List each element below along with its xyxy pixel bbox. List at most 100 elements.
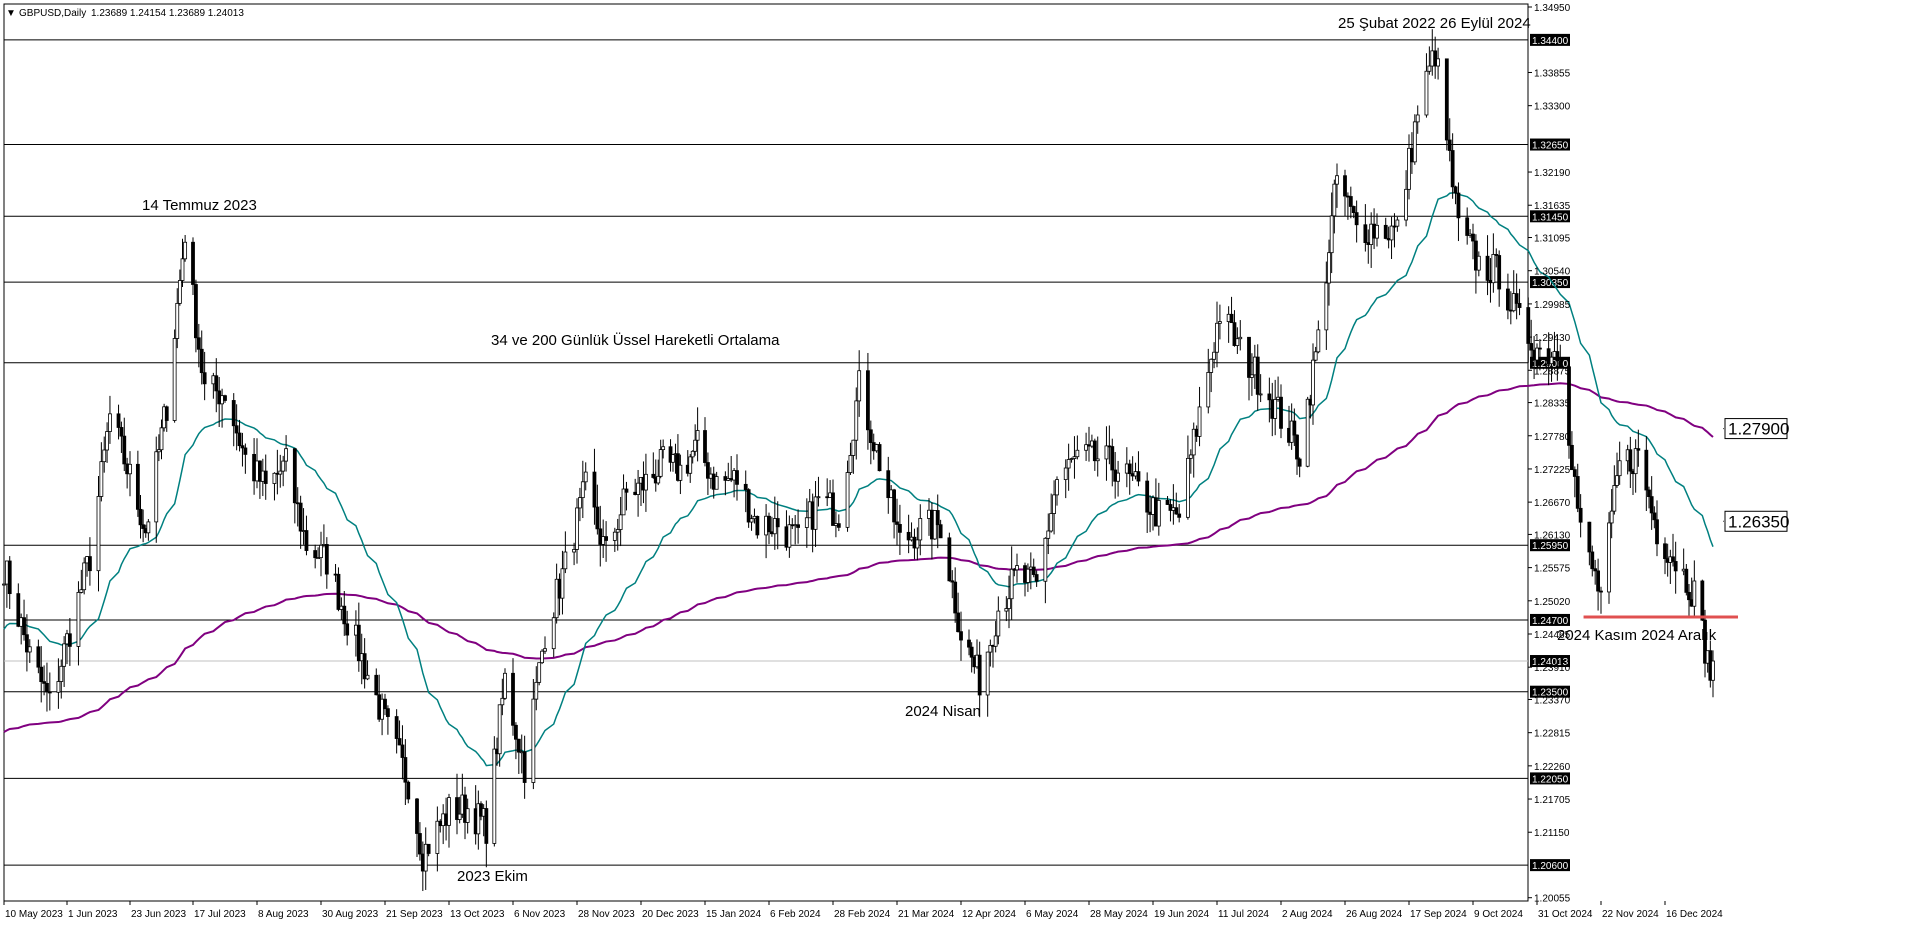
candle-body — [1354, 212, 1359, 226]
candle-body — [695, 430, 700, 441]
candle-body — [1092, 440, 1097, 462]
candle-body — [135, 463, 140, 510]
candle-body — [969, 646, 974, 658]
candle-body — [484, 808, 489, 844]
candle-body — [1453, 186, 1458, 194]
x-tick-label: 26 Aug 2024 — [1346, 909, 1403, 920]
candle-body — [1590, 551, 1595, 570]
x-tick-label: 6 May 2024 — [1026, 909, 1079, 920]
candle-body — [1279, 396, 1283, 429]
candle-body — [658, 449, 663, 477]
candle-body — [383, 698, 387, 710]
candle-body — [615, 529, 620, 533]
chart[interactable]: 1.34400 1.32650 1.31450 1.30350 1.29000 1.259… — [0, 0, 1920, 927]
candle-body — [1587, 521, 1592, 553]
candle-body — [612, 531, 617, 541]
candle-body — [1311, 359, 1315, 406]
candle-body — [813, 496, 818, 530]
candle-body — [1043, 537, 1048, 582]
candle-body — [159, 427, 164, 451]
candle-body — [1711, 660, 1715, 681]
candle-body — [1104, 445, 1109, 460]
candle-body — [693, 439, 698, 452]
candle-body — [1238, 336, 1243, 340]
candle-body — [1607, 522, 1611, 593]
candle-body — [624, 488, 629, 493]
candle-body — [1652, 512, 1657, 521]
plot-frame — [3, 3, 1529, 902]
candle-body — [202, 372, 207, 385]
candle-body — [141, 524, 146, 529]
candle-body — [1327, 252, 1331, 284]
candle-body — [1229, 313, 1234, 324]
candle-body — [22, 617, 26, 636]
candle-body — [272, 472, 277, 484]
candle-body — [1538, 347, 1542, 350]
candle-body — [62, 643, 67, 667]
candle-body — [688, 456, 693, 474]
candle-body — [1497, 255, 1502, 290]
candle-body — [1526, 307, 1531, 344]
candle-body — [56, 681, 61, 693]
x-tick-label: 30 Aug 2023 — [322, 909, 379, 920]
y-tick-label: 1.28335 — [1534, 399, 1571, 410]
candle-body — [1549, 356, 1554, 365]
candle-body — [1491, 254, 1496, 284]
candle-body — [746, 489, 751, 523]
candle-body — [1174, 507, 1179, 515]
candle-body — [1389, 225, 1394, 241]
candle-body — [755, 515, 760, 536]
candle-body — [534, 681, 539, 700]
y-tick-label: 1.25575 — [1534, 564, 1571, 575]
candle-body — [1348, 196, 1353, 207]
candle-body — [1412, 121, 1417, 163]
x-tick-label: 23 Jun 2023 — [131, 909, 186, 920]
candle-body — [1267, 393, 1272, 401]
candle-body — [319, 544, 323, 559]
candle-body — [406, 781, 411, 800]
y-tick-label: 1.34950 — [1534, 3, 1571, 14]
candle-body — [1209, 358, 1214, 373]
candle-body — [191, 241, 195, 285]
chart-menu-icon[interactable]: ▼ — [6, 8, 16, 19]
candle-body — [194, 284, 198, 339]
x-tick-label: 20 Dec 2023 — [642, 909, 699, 920]
candle-body — [164, 406, 169, 421]
candle-body — [543, 648, 547, 652]
candle-body — [88, 556, 92, 572]
candle-body — [804, 517, 809, 528]
candle-body — [237, 432, 242, 447]
candle-body — [1329, 215, 1334, 254]
candle-body — [1450, 150, 1455, 188]
x-tick-label: 16 Dec 2024 — [1666, 909, 1723, 920]
candle-body — [1436, 58, 1440, 67]
y-tick-label: 1.33300 — [1534, 102, 1571, 113]
x-tick-label: 28 Nov 2023 — [578, 909, 635, 920]
candle-body — [866, 370, 870, 431]
annotation-oct-2023: 2023 Ekim — [457, 868, 528, 885]
candle-body — [116, 413, 121, 428]
candle-body — [1535, 347, 1539, 361]
candle-body — [592, 471, 597, 508]
candle-body — [1375, 224, 1379, 239]
y-tick-label: 1.31095 — [1534, 234, 1571, 245]
x-tick-label: 2 Aug 2024 — [1282, 909, 1333, 920]
candle-body — [243, 447, 248, 455]
x-tick-label: 15 Jan 2024 — [706, 909, 761, 920]
candle-body — [345, 623, 350, 636]
candle-body — [67, 633, 72, 647]
candle-body — [1529, 343, 1534, 351]
candle-body — [1673, 561, 1678, 572]
candle-body — [1188, 454, 1193, 459]
candle-body — [796, 524, 800, 528]
chart-svg[interactable]: 1.344001.326501.314501.303501.290001.259… — [0, 0, 1920, 927]
candle-body — [1247, 336, 1251, 378]
candle-body — [146, 521, 151, 534]
candle-body — [1165, 499, 1170, 505]
candle-body — [284, 448, 288, 462]
candle-body — [1026, 568, 1030, 583]
level-label: 1.34400 — [1532, 36, 1569, 47]
candle-body — [661, 446, 666, 451]
candle-body — [1517, 303, 1522, 308]
candle-body — [79, 589, 84, 593]
